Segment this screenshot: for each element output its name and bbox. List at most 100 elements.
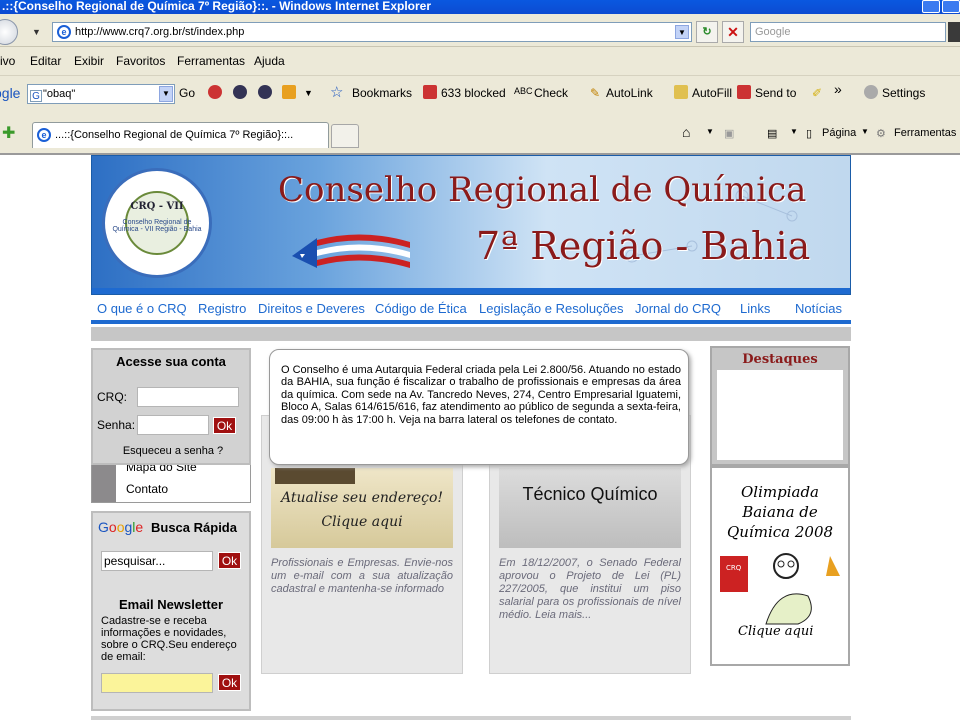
popup-blocked-count[interactable]: 633 blocked [441, 86, 506, 100]
menu-contato[interactable]: Contato [126, 482, 168, 496]
puzzle-icon[interactable] [282, 85, 296, 99]
stop-button[interactable]: ✕ [722, 21, 744, 43]
url-text: http://www.crq7.org.br/st/index.php [75, 26, 245, 38]
menu-favoritos[interactable]: Favoritos [116, 54, 165, 68]
google-search-field[interactable]: G "obaq" ▼ [27, 84, 175, 104]
nav-legislacao[interactable]: Legislação e Resoluções [479, 301, 624, 316]
menu-arquivo[interactable]: ivo [0, 54, 15, 68]
seal-text: CRQ - VII [130, 201, 184, 212]
globe-icon[interactable] [233, 85, 247, 99]
nav-direitos-deveres[interactable]: Direitos e Deveres [258, 301, 365, 316]
footer-strip [91, 716, 851, 720]
update-address-line2: Clique aqui [321, 514, 403, 530]
history-dropdown-icon[interactable]: ▼ [32, 27, 41, 37]
update-address-banner[interactable]: Atualise seu endereço! Clique aqui [271, 468, 453, 548]
sendto-icon [737, 85, 751, 99]
check-button[interactable]: Check [534, 86, 568, 100]
home-dropdown-icon[interactable]: ▼ [706, 127, 714, 136]
page-icon: ▯ [806, 128, 813, 140]
destaques-title: Destaques [742, 352, 818, 367]
search-go-icon[interactable] [948, 22, 960, 42]
settings-button[interactable]: Settings [882, 86, 925, 100]
tab-label: ...::{Conselho Regional de Química 7º Re… [55, 129, 294, 141]
nav-noticias[interactable]: Notícias [795, 301, 842, 316]
feeds-icon[interactable]: ▣ [724, 127, 734, 140]
news-icon[interactable] [208, 85, 222, 99]
go-button[interactable]: Go [179, 86, 195, 100]
search-input[interactable]: Google [750, 22, 946, 42]
site-banner: CRQ - VII Conselho Regional de Química -… [91, 155, 851, 295]
sendto-button[interactable]: Send to [755, 86, 796, 100]
nav-o-que-e-o-crq[interactable]: O que é o CRQ [97, 301, 187, 316]
tecnico-quimico-banner[interactable]: Técnico Químico [499, 468, 681, 548]
banner-bottom-bar [92, 288, 850, 294]
banner-title-line2: 7ª Região - Bahia [476, 224, 811, 268]
tools-gear-icon: ⚙ [876, 128, 886, 140]
newsletter-ok-button[interactable]: Ok [218, 674, 241, 691]
login-ok-button[interactable]: Ok [213, 417, 236, 434]
update-address-text: Profissionais e Empresas. Envie-nos um e… [271, 557, 453, 595]
autofill-button[interactable]: AutoFill [692, 86, 732, 100]
nav-registro[interactable]: Registro [198, 301, 246, 316]
globe2-icon[interactable] [258, 85, 272, 99]
crq-label: CRQ: [97, 390, 127, 404]
nav-codigo-etica[interactable]: Código de Ética [375, 301, 467, 316]
home-icon[interactable]: ⌂ [682, 124, 690, 140]
google-search-value: "obaq" [43, 88, 76, 100]
new-tab-button[interactable] [331, 124, 359, 148]
nav-links[interactable]: Links [740, 301, 770, 316]
newsletter-email-input[interactable] [101, 673, 213, 693]
popup-blocker-icon [423, 85, 437, 99]
more-button[interactable]: » [834, 81, 842, 97]
highlighter-icon[interactable]: ✐ [812, 86, 822, 100]
tools-menu[interactable]: Ferramentas [894, 127, 956, 139]
quick-search-ok-button[interactable]: Ok [218, 552, 241, 569]
more-dropdown-icon[interactable]: ▼ [304, 88, 313, 98]
olimpiada-mascot-illustration: CRQ [720, 553, 840, 625]
minimize-button[interactable] [922, 0, 940, 13]
ie-tab-icon: e [37, 128, 51, 142]
nav-divider [91, 320, 851, 324]
banner-title-line1: Conselho Regional de Química [278, 170, 807, 210]
menu-ferramentas[interactable]: Ferramentas [177, 54, 245, 68]
forgot-password-link[interactable]: Esqueceu a senha ? [93, 445, 253, 457]
window-title: .::{Conselho Regional de Química 7º Regi… [2, 0, 431, 13]
destaques-box: Destaques [710, 346, 850, 466]
tab-bar: ✚ e ...::{Conselho Regional de Química 7… [0, 111, 960, 155]
nav-jornal[interactable]: Jornal do CRQ [635, 301, 721, 316]
url-field[interactable]: e http://www.crq7.org.br/st/index.php ▼ [52, 22, 692, 42]
olimpiada-banner[interactable]: Olimpiada Baiana de Química 2008 CRQ Cli… [710, 466, 850, 666]
quick-search-box: Google Busca Rápida pesquisar... Ok Emai… [91, 511, 251, 711]
autofill-icon [674, 85, 688, 99]
update-address-line1: Atualise seu endereço! [280, 490, 444, 506]
search-dropdown-icon[interactable]: ▼ [159, 86, 173, 102]
menu-ajuda[interactable]: Ajuda [254, 54, 285, 68]
print-dropdown-icon[interactable]: ▼ [790, 127, 798, 136]
ie-page-icon: e [57, 25, 71, 39]
crq-input[interactable] [137, 387, 239, 407]
bookmarks-button[interactable]: Bookmarks [352, 86, 412, 100]
menu-exibir[interactable]: Exibir [74, 54, 104, 68]
tab-crq7[interactable]: e ...::{Conselho Regional de Química 7º … [32, 122, 329, 148]
menu-editar[interactable]: Editar [30, 54, 61, 68]
side-menu-bar [92, 464, 116, 502]
senha-label: Senha: [97, 418, 136, 432]
page-dropdown-icon[interactable]: ▼ [861, 127, 869, 136]
quick-search-input[interactable]: pesquisar... [101, 551, 213, 571]
autolink-button[interactable]: AutoLink [606, 86, 653, 100]
google-toolbar: ogle G"obaq" ▼ Go ▼ ☆ Bookmarks 633 bloc… [0, 75, 960, 111]
back-button[interactable] [0, 19, 18, 45]
page-menu[interactable]: Página [822, 127, 856, 139]
url-dropdown-icon[interactable]: ▼ [675, 25, 689, 39]
favorites-star-icon[interactable]: ✚ [2, 123, 15, 143]
maximize-button[interactable] [942, 0, 960, 13]
refresh-button[interactable]: ↻ [696, 21, 718, 43]
tecnico-quimico-text: Em 18/12/2007, o Senado Federal aprovou … [499, 557, 681, 621]
info-tooltip: O Conselho é uma Autarquia Federal criad… [269, 349, 689, 465]
quick-search-title: Busca Rápida [151, 520, 237, 535]
senha-input[interactable] [137, 415, 209, 435]
print-icon[interactable]: ▤ [767, 127, 777, 140]
gray-strip [91, 327, 851, 341]
newsletter-text: Cadastre-se e receba informações e novid… [101, 615, 237, 663]
destaques-content [717, 370, 843, 460]
